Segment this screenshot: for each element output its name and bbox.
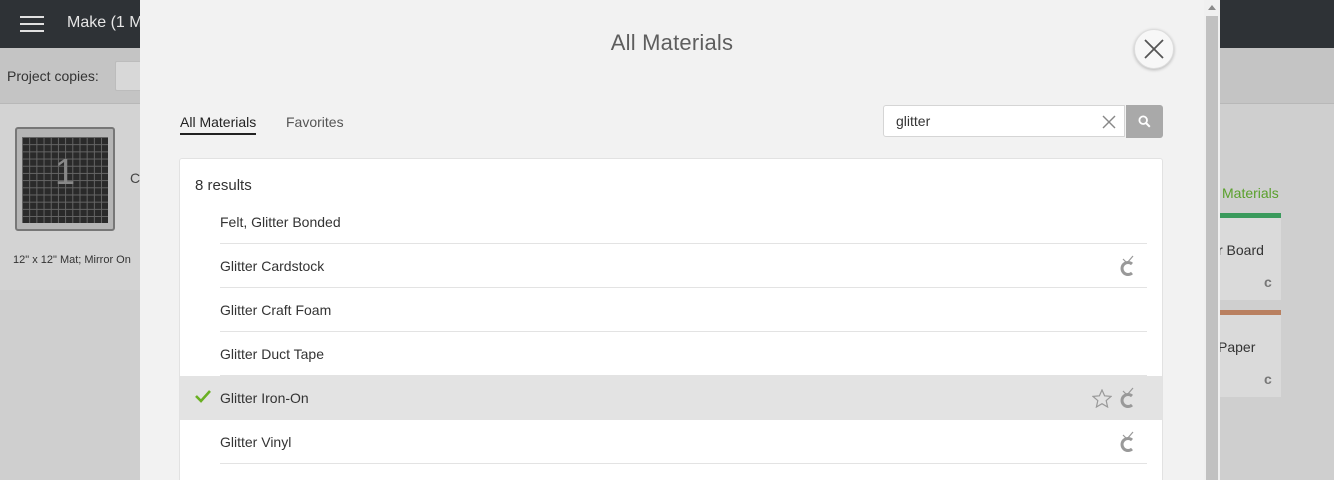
checkmark-icon bbox=[195, 390, 211, 403]
cricut-icon bbox=[1120, 431, 1134, 452]
material-card[interactable]: Paper c bbox=[1218, 310, 1281, 397]
cricut-icon bbox=[1120, 255, 1134, 276]
result-item[interactable]: Felt, Glitter Bonded bbox=[180, 200, 1162, 244]
result-label: Glitter Iron-On bbox=[220, 390, 309, 406]
result-item[interactable]: Glitter Craft Foam bbox=[180, 288, 1162, 332]
scrollbar-thumb[interactable] bbox=[1206, 16, 1218, 480]
close-button[interactable] bbox=[1134, 29, 1174, 69]
result-label: Glitter Cardstock bbox=[220, 258, 325, 274]
favorite-star-icon[interactable] bbox=[1092, 389, 1112, 408]
material-card-label: r Board bbox=[1218, 242, 1264, 258]
project-copies-label: Project copies: bbox=[7, 68, 99, 84]
result-label: Glitter Duct Tape bbox=[220, 346, 325, 362]
result-item-selected[interactable]: Glitter Iron-On bbox=[180, 376, 1162, 420]
modal-title: All Materials bbox=[610, 30, 734, 55]
row-divider bbox=[220, 463, 1147, 464]
mat-side-text: C bbox=[130, 170, 141, 186]
scroll-up-arrow-icon[interactable] bbox=[1208, 5, 1216, 10]
scrollbar[interactable] bbox=[1204, 0, 1220, 480]
close-icon bbox=[1144, 39, 1164, 59]
search-input[interactable] bbox=[884, 106, 1094, 136]
mat-thumbnail[interactable]: 1 bbox=[15, 127, 115, 231]
clear-search-icon[interactable] bbox=[1102, 115, 1116, 129]
material-side-panel: Materials r Board c Paper c bbox=[1218, 104, 1334, 480]
tab-all-materials[interactable]: All Materials bbox=[180, 114, 257, 135]
result-label: Felt, Glitter Bonded bbox=[220, 214, 341, 230]
app-title: Make (1 M bbox=[67, 14, 143, 31]
cricut-icon: c bbox=[1264, 274, 1272, 290]
result-item[interactable]: Glitter Vinyl bbox=[180, 420, 1162, 464]
materials-link[interactable]: Materials bbox=[1222, 185, 1279, 201]
results-count: 8 results bbox=[195, 177, 252, 194]
menu-icon[interactable] bbox=[20, 16, 44, 33]
cricut-icon bbox=[1120, 387, 1134, 408]
mat-list-panel: 1 C 12" x 12" Mat; Mirror On bbox=[0, 104, 140, 290]
mat-caption: 12" x 12" Mat; Mirror On bbox=[13, 254, 131, 266]
search-icon bbox=[1138, 115, 1151, 128]
result-item[interactable]: Glitter Cardstock bbox=[180, 244, 1162, 288]
material-card-label: Paper bbox=[1218, 339, 1256, 355]
result-label: Glitter Vinyl bbox=[220, 434, 292, 450]
search-button[interactable] bbox=[1126, 105, 1163, 138]
cricut-icon: c bbox=[1264, 371, 1272, 387]
mat-number: 1 bbox=[54, 151, 76, 192]
result-label: Glitter Craft Foam bbox=[220, 302, 332, 318]
material-card[interactable]: r Board c bbox=[1218, 213, 1281, 300]
tab-favorites[interactable]: Favorites bbox=[286, 114, 344, 133]
search-box bbox=[883, 105, 1125, 137]
result-item[interactable]: Glitter Duct Tape bbox=[180, 332, 1162, 376]
materials-modal: All Materials All Materials Favorites 8 … bbox=[140, 0, 1204, 480]
results-panel: 8 results Felt, Glitter Bonded Glitter C… bbox=[179, 158, 1163, 480]
